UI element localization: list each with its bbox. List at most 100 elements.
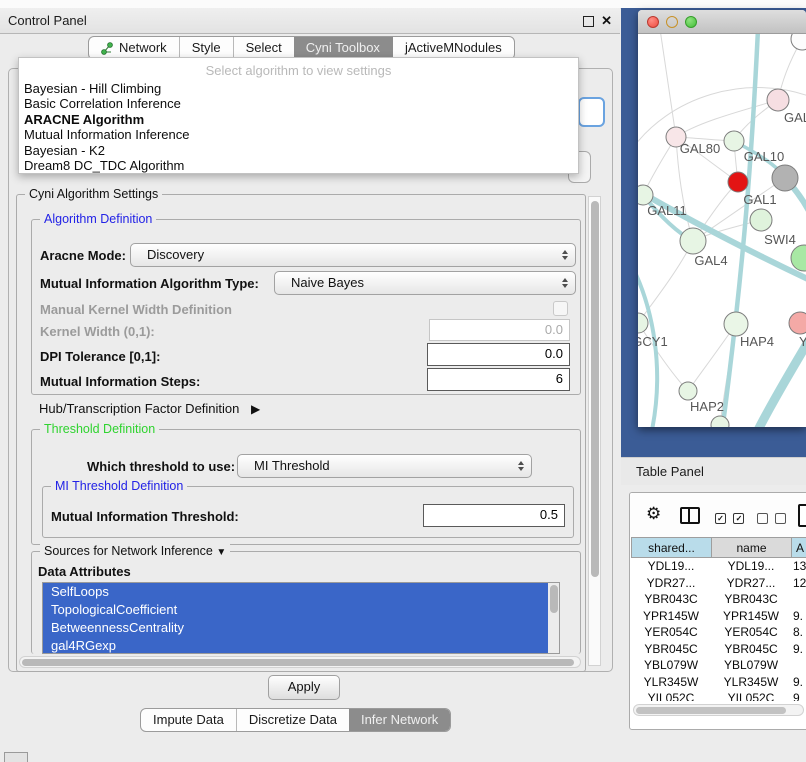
column-header-name[interactable]: name xyxy=(711,537,792,558)
table-hscrollbar[interactable] xyxy=(633,704,804,716)
table-rows: YDL19...YDL19...13 YDR27...YDR27...12 YB… xyxy=(631,558,806,701)
node-gal4[interactable] xyxy=(680,228,706,254)
combo-arrows-icon xyxy=(562,250,568,260)
dropdown-item-dream8[interactable]: Dream8 DC_TDC Algorithm xyxy=(19,158,578,173)
tab-network-label: Network xyxy=(119,37,167,59)
tab-cyni-toolbox[interactable]: Cyni Toolbox xyxy=(294,37,392,59)
list-item-gal4rgexp[interactable]: gal4RGexp xyxy=(43,637,559,654)
table-row[interactable]: YDR27...YDR27...12 xyxy=(631,575,806,592)
checked-box-icon: ✓ xyxy=(715,513,726,524)
manual-kernel-label: Manual Kernel Width Definition xyxy=(40,302,232,317)
node-label: GAL xyxy=(784,110,806,125)
apply-button[interactable]: Apply xyxy=(268,675,340,700)
network-node-labels: GAL GAL80 GAL10 GAL1 GAL11 SWI4 GAL4 GCY… xyxy=(638,110,806,414)
cyni-bottom-tabbar: Impute Data Discretize Data Infer Networ… xyxy=(140,708,451,732)
mi-steps-field[interactable]: 6 xyxy=(427,368,570,391)
algorithm-definition-group: Algorithm Definition Aracne Mode: Discov… xyxy=(31,219,581,395)
data-attributes-list[interactable]: SelfLoops TopologicalCoefficient Between… xyxy=(42,582,560,654)
dropdown-item-bayesian-k2[interactable]: Bayesian - K2 xyxy=(19,143,578,158)
checked-box-icon: ✓ xyxy=(733,513,744,524)
bottom-left-button[interactable] xyxy=(4,752,28,762)
settings-hscrollbar[interactable] xyxy=(19,656,581,668)
tab-impute-data[interactable]: Impute Data xyxy=(141,709,236,731)
manual-kernel-checkbox[interactable] xyxy=(553,301,568,316)
document-icon[interactable] xyxy=(798,504,806,527)
node-gal-cut[interactable] xyxy=(767,89,789,111)
deselect-all-columns-icon[interactable] xyxy=(757,510,786,528)
table-row[interactable]: YDL19...YDL19...13 xyxy=(631,558,806,575)
tab-network[interactable]: Network xyxy=(89,37,179,59)
dropdown-item-aracne[interactable]: ARACNE Algorithm xyxy=(19,112,578,127)
mi-threshold-group: MI Threshold Definition Mutual Informati… xyxy=(42,486,574,538)
dropdown-item-mutual-information[interactable]: Mutual Information Inference xyxy=(19,127,578,142)
which-threshold-combo[interactable]: MI Threshold xyxy=(237,454,532,478)
which-threshold-value: MI Threshold xyxy=(254,455,330,477)
mi-type-combo[interactable]: Naive Bayes xyxy=(274,271,576,295)
minimize-traffic-light-icon[interactable] xyxy=(666,16,678,28)
close-icon[interactable]: ✕ xyxy=(601,12,612,29)
tab-jactivemnodules[interactable]: jActiveMNodules xyxy=(392,37,514,59)
table-row[interactable]: YPR145WYPR145W9. xyxy=(631,608,806,625)
dropdown-item-basic-correlation[interactable]: Basic Correlation Inference xyxy=(19,96,578,111)
table-row[interactable]: YIL052CYIL052C9 xyxy=(631,690,806,701)
network-canvas[interactable]: GAL GAL80 GAL10 GAL1 GAL11 SWI4 GAL4 GCY… xyxy=(638,34,806,427)
node-label: HAP2 xyxy=(690,399,724,414)
column-header-sharedname[interactable]: shared... xyxy=(631,537,712,558)
hub-definition-toggle[interactable]: Hub/Transcription Factor Definition ▶ xyxy=(39,401,260,416)
collapse-down-icon[interactable]: ▼ xyxy=(216,547,226,558)
network-icon xyxy=(101,42,114,55)
node-unlabeled-bottom[interactable] xyxy=(711,416,729,427)
tab-infer-network[interactable]: Infer Network xyxy=(349,709,450,731)
tab-select-label: Select xyxy=(246,37,282,59)
mi-threshold-field[interactable]: 0.5 xyxy=(423,504,565,527)
aracne-mode-combo[interactable]: Discovery xyxy=(130,243,576,267)
algorithm-dropdown-list: Select algorithm to view settings Bayesi… xyxy=(18,57,579,174)
node-hap2[interactable] xyxy=(679,382,697,400)
split-columns-icon[interactable] xyxy=(680,507,700,524)
list-item-topologicalcoefficient[interactable]: TopologicalCoefficient xyxy=(43,601,559,619)
table-row[interactable]: YBR045CYBR045C9. xyxy=(631,641,806,658)
node-red[interactable] xyxy=(728,172,748,192)
list-scrollbar-thumb[interactable] xyxy=(550,585,558,613)
close-traffic-light-icon[interactable] xyxy=(647,16,659,28)
settings-hscrollbar-thumb[interactable] xyxy=(22,659,574,666)
network-window-titlebar[interactable] xyxy=(638,10,806,34)
node-gray[interactable] xyxy=(772,165,798,191)
table-row[interactable]: YBL079WYBL079W xyxy=(631,657,806,674)
table-row[interactable]: YBR043CYBR043C xyxy=(631,591,806,608)
table-row[interactable]: YLR345WYLR345W9. xyxy=(631,674,806,691)
table-row[interactable]: YER054CYER054C8. xyxy=(631,624,806,641)
node-label: GAL11 xyxy=(647,203,687,218)
node-gal11[interactable] xyxy=(638,185,653,205)
gear-icon[interactable]: ⚙ xyxy=(646,504,661,524)
list-scrollbar[interactable] xyxy=(548,583,559,653)
tab-infer-network-label: Infer Network xyxy=(361,709,438,731)
tab-discretize-data[interactable]: Discretize Data xyxy=(236,709,349,731)
node-gal10[interactable] xyxy=(724,131,744,151)
dpi-tolerance-field[interactable]: 0.0 xyxy=(427,343,570,366)
float-window-icon[interactable] xyxy=(583,16,594,27)
settings-vscrollbar[interactable] xyxy=(588,196,601,666)
expand-right-icon[interactable]: ▶ xyxy=(251,402,260,416)
dropdown-item-bayesian-hill-climbing[interactable]: Bayesian - Hill Climbing xyxy=(19,81,578,96)
list-item-betweennesscentrality[interactable]: BetweennessCentrality xyxy=(43,619,559,637)
cyni-algorithm-settings-group: Cyni Algorithm Settings Algorithm Defini… xyxy=(16,194,586,672)
mi-type-label: Mutual Information Algorithm Type: xyxy=(40,276,259,291)
sources-title-text: Sources for Network Inference xyxy=(44,544,213,558)
table-hscrollbar-thumb[interactable] xyxy=(636,707,786,714)
data-attributes-label: Data Attributes xyxy=(38,564,131,579)
select-all-columns-icon[interactable]: ✓ ✓ xyxy=(715,510,744,528)
node-salmon[interactable] xyxy=(789,312,806,334)
node-swi4[interactable] xyxy=(791,245,806,271)
node-unlabeled-top[interactable] xyxy=(791,34,806,50)
tab-style[interactable]: Style xyxy=(179,37,233,59)
node-hap4[interactable] xyxy=(724,312,748,336)
kernel-width-field[interactable]: 0.0 xyxy=(429,319,570,341)
column-header-cut[interactable]: A xyxy=(791,537,806,558)
tab-select[interactable]: Select xyxy=(233,37,294,59)
node-gcy1[interactable] xyxy=(638,313,648,333)
list-item-selfloops[interactable]: SelfLoops xyxy=(43,583,559,601)
node-gal1[interactable] xyxy=(750,209,772,231)
zoom-traffic-light-icon[interactable] xyxy=(685,16,697,28)
settings-vscrollbar-thumb[interactable] xyxy=(591,201,599,577)
